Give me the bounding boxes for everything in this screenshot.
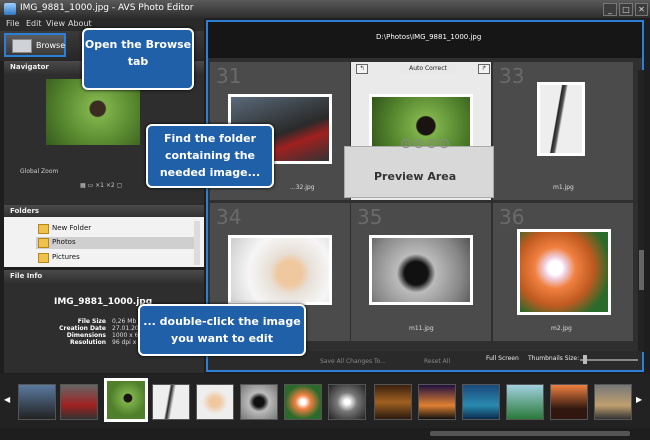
cell-number: 36 — [499, 205, 525, 229]
filmstrip-thumb[interactable] — [284, 384, 322, 420]
filmstrip-left-arrow-icon[interactable]: ◀ — [4, 395, 10, 404]
thumbnail-size-slider[interactable] — [580, 359, 638, 361]
folder-icon — [12, 39, 32, 53]
file-info-key: File Size — [77, 318, 106, 325]
cell-number: 31 — [216, 64, 242, 88]
current-path: D:\Photos\IMG_9881_1000.jpg — [376, 33, 482, 41]
file-info-key: Creation Date — [59, 325, 106, 332]
vertical-scrollbar[interactable] — [638, 70, 644, 352]
auto-correct-button[interactable]: Auto Correct — [400, 64, 456, 74]
binder-rings-icon: ⊙⊙⊙⊙ — [400, 136, 451, 152]
window-title: IMG_9881_1000.jpg - AVS Photo Editor — [20, 3, 194, 13]
filmstrip-thumb[interactable] — [374, 384, 412, 420]
reset-all-button[interactable]: Reset All — [424, 358, 450, 365]
full-screen-button[interactable]: Full Screen — [486, 355, 519, 362]
filmstrip-thumb[interactable] — [594, 384, 632, 420]
file-info-title: File Info — [10, 272, 43, 280]
filmstrip-thumb[interactable] — [462, 384, 500, 420]
cell-number: 35 — [357, 205, 383, 229]
filmstrip-thumb[interactable] — [418, 384, 456, 420]
save-all-button[interactable]: Save All Changes To... — [320, 358, 386, 365]
folder-item[interactable]: New Folder — [36, 223, 196, 235]
thumbnail-cell[interactable]: 35 m11.jpg — [351, 203, 491, 341]
filmstrip-thumb[interactable] — [506, 384, 544, 420]
rotate-left-icon[interactable]: ↰ — [356, 64, 368, 74]
thumbnail-image[interactable] — [369, 235, 473, 305]
file-info-filename: IMG_9881_1000.jpg — [54, 297, 153, 307]
folder-icon — [38, 238, 49, 248]
filmstrip-thumb[interactable] — [18, 384, 56, 420]
filmstrip-scrollbar[interactable] — [430, 431, 630, 436]
filmstrip-thumb-selected[interactable] — [104, 378, 148, 422]
browse-button-label: Browse — [36, 41, 66, 50]
thumbnail-caption: m11.jpg — [409, 325, 434, 332]
thumbnail-cell[interactable]: 36 m2.jpg — [493, 203, 633, 341]
folder-icon — [38, 253, 49, 263]
callout-find-folder: Find the folder containing the needed im… — [146, 124, 274, 188]
filmstrip-thumb[interactable] — [152, 384, 190, 420]
zoom-controls[interactable]: ▦ ▭ ×1 ×2 ▢ — [80, 182, 122, 189]
callout-double-click: ... double-click the image you want to e… — [138, 304, 306, 356]
file-info-key: Dimensions — [66, 332, 106, 339]
file-info-value: 0,26 Mb — [112, 318, 137, 325]
thumbnail-image[interactable] — [517, 229, 611, 315]
preview-area-label: Preview Area — [374, 170, 457, 183]
filmstrip-thumb[interactable] — [60, 384, 98, 420]
maximize-button[interactable]: □ — [619, 3, 633, 16]
filmstrip-thumb[interactable] — [328, 384, 366, 420]
thumbnail-image[interactable] — [537, 82, 585, 156]
menu-edit[interactable]: Edit — [26, 19, 42, 28]
filmstrip-right-arrow-icon[interactable]: ▶ — [636, 395, 642, 404]
thumbnails-size-label: Thumbnails Size: — [528, 355, 580, 362]
cell-number: 33 — [499, 64, 525, 88]
minimize-button[interactable]: _ — [603, 3, 617, 16]
cell-number: 34 — [216, 205, 242, 229]
folder-icon — [38, 224, 49, 234]
filmstrip-thumb[interactable] — [240, 384, 278, 420]
filmstrip-thumb[interactable] — [196, 384, 234, 420]
file-info-header[interactable]: File Info — [4, 270, 204, 283]
rotate-right-icon[interactable]: ↱ — [478, 64, 490, 74]
thumbnail-caption: m2.jpg — [551, 325, 572, 332]
slider-knob[interactable] — [583, 355, 587, 364]
app-icon — [4, 3, 16, 15]
thumbnail-caption: ...32.jpg — [290, 184, 315, 191]
thumbnail-cell[interactable]: 33 m1.jpg — [493, 62, 633, 200]
folders-scrollbar[interactable] — [194, 221, 200, 265]
thumbnail-caption: m1.jpg — [553, 184, 574, 191]
thumbnail-image[interactable] — [228, 235, 332, 305]
global-zoom-label: Global Zoom — [20, 168, 59, 175]
browse-button[interactable]: Browse — [4, 33, 66, 57]
callout-browse: Open the Browse tab — [82, 28, 194, 90]
folder-item[interactable]: Pictures — [36, 252, 196, 264]
file-info-key: Resolution — [69, 339, 106, 346]
scrollbar-thumb[interactable] — [639, 250, 644, 290]
folder-item[interactable]: Photos — [36, 237, 196, 249]
menu-view[interactable]: View — [46, 19, 65, 28]
navigator-title: Navigator — [10, 63, 49, 71]
menu-file[interactable]: File — [6, 19, 19, 28]
filmstrip-thumb[interactable] — [550, 384, 588, 420]
menu-about[interactable]: About — [68, 19, 92, 28]
close-button[interactable]: ✕ — [635, 3, 648, 16]
folders-title: Folders — [10, 207, 40, 215]
